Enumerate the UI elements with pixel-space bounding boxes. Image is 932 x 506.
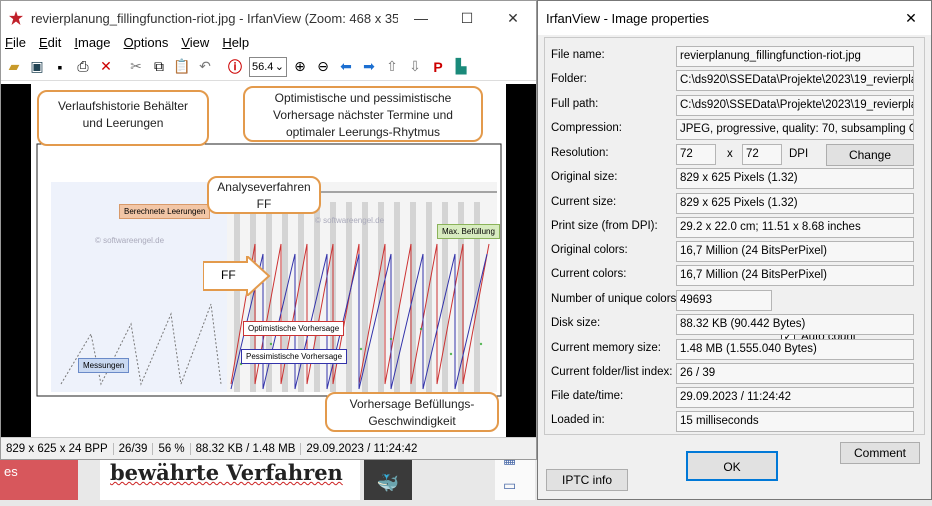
status-date: 29.09.2023 / 11:24:42 [306,442,418,455]
compression-field[interactable]: JPEG, progressive, quality: 70, subsampl… [676,119,914,140]
save-icon[interactable]: ▪ [49,56,71,78]
info-icon[interactable]: ⓘ [224,56,246,78]
row-full-path: Full path: C:\ds920\SSEData\Projekte\2023… [545,95,926,117]
row-resolution: Resolution: 72 x 72 DPI Change [545,144,926,166]
maximize-button[interactable]: ☐ [444,1,490,35]
last-image-icon[interactable]: ⇩ [404,56,426,78]
title-bar: revierplanung_fillingfunction-riot.jpg -… [1,1,536,35]
close-button[interactable]: ✕ [490,1,536,35]
iptc-info-button[interactable]: IPTC info [546,469,628,491]
row-original-size: Original size: 829 x 625 Pixels (1.32) [545,168,926,190]
chevron-down-icon: ⌄ [274,61,284,73]
open-folder-icon[interactable]: ▰ [3,56,25,78]
menu-view[interactable]: View [181,35,209,53]
row-file-date: File date/time: 29.09.2023 / 11:24:42 [545,387,926,409]
resolution-x-input[interactable]: 72 [676,144,716,165]
status-index: 26/39 [114,442,154,455]
optimistische-vorhersage-label: Optimistische Vorhersage [243,321,345,336]
dialog-title: IrfanView - Image properties [546,10,710,26]
cut-icon[interactable]: ✂ [125,56,147,78]
print-icon[interactable]: ⎙ [72,56,94,78]
first-image-icon[interactable]: ⇧ [381,56,403,78]
background-document: bewährte Verfahren [100,460,360,500]
zoom-out-icon[interactable]: ⊖ [312,56,334,78]
row-current-size: Current size: 829 x 625 Pixels (1.32) [545,193,926,215]
dialog-close-button[interactable]: ✕ [891,10,931,27]
dialog-title-bar: IrfanView - Image properties ✕ [538,1,931,35]
callout-analyseverfahren: Analyseverfahren FF [207,176,321,214]
background-text: es [4,464,18,479]
status-bar: 829 x 625 x 24 BPP 26/39 56 % 88.32 KB /… [1,437,536,459]
displayed-image: © softwareengel.de © softwareengel.de Be… [31,84,506,439]
irfanview-logo-icon [7,9,25,27]
image-canvas[interactable]: © softwareengel.de © softwareengel.de Be… [1,84,536,439]
menu-edit[interactable]: Edit [39,35,61,53]
row-compression: Compression: JPEG, progressive, quality: … [545,119,926,141]
properties-group: File name: revierplanung_fillingfunction-… [544,37,925,435]
irfanview-window: revierplanung_fillingfunction-riot.jpg -… [0,0,537,460]
zoom-select[interactable]: 56.4 ⌄ [249,56,287,77]
menu-options[interactable]: Options [124,35,169,53]
menu-help[interactable]: Help [222,35,249,53]
row-unique-colors: Number of unique colors: 49693 [545,290,926,312]
ff-arrow: FF [202,253,271,299]
menu-bar: File Edit Image Options View Help [1,35,536,53]
ok-button[interactable]: OK [686,451,778,481]
row-current-colors: Current colors: 16,7 Million (24 BitsPerP… [545,265,926,287]
paint-icon[interactable]: P [427,56,449,78]
copy-icon[interactable]: ⧉ [148,56,170,78]
row-print-size: Print size (from DPI): 29.2 x 22.0 cm; 11… [545,217,926,239]
comment-button[interactable]: Comment [840,442,920,464]
file-name-field[interactable]: revierplanung_fillingfunction-riot.jpg [676,46,914,67]
folder-field[interactable]: C:\ds920\SSEData\Projekte\2023\19_revier… [676,70,914,91]
window-title: revierplanung_fillingfunction-riot.jpg -… [31,10,398,26]
row-loaded-in: Loaded in: 15 milliseconds [545,411,926,433]
callout-vorhersage: Optimistische und pessimistische Vorhers… [243,86,483,142]
max-befuellung-label: Max. Befüllung [437,224,500,239]
watermark-label: © softwareengel.de [315,216,385,225]
full-path-field[interactable]: C:\ds920\SSEData\Projekte\2023\19_revier… [676,95,914,116]
folder-icon[interactable]: ▭ [503,477,535,494]
toolbar: ▰ ▣ ▪ ⎙ ✕ ✂ ⧉ 📋 ↶ ⓘ 56.4 ⌄ ⊕ ⊖ ⬅ ➡ ⇧ ⇩ P … [1,53,536,81]
menu-image[interactable]: Image [74,35,110,53]
row-disk-size: Disk size: 88.32 KB (90.442 Bytes) [545,314,926,336]
row-folder: Folder: C:\ds920\SSEData\Projekte\2023\19… [545,70,926,92]
watermark-label: © softwareengel.de [95,236,165,245]
messungen-label: Messungen [78,358,130,373]
row-original-colors: Original colors: 16,7 Million (24 BitsPer… [545,241,926,263]
berechnete-leerungen-label: Berechnete Leerungen [119,204,211,219]
image-properties-dialog: IrfanView - Image properties ✕ File name… [537,0,932,500]
ff-label: FF [221,268,236,282]
document-heading: bewährte Verfahren [110,460,343,485]
menu-file[interactable]: File [5,35,26,53]
previous-arrow-icon[interactable]: ⬅ [335,56,357,78]
row-list-index: Current folder/list index: 26 / 39 [545,363,926,385]
slideshow-icon[interactable]: ▣ [26,56,48,78]
paste-icon[interactable]: 📋 [171,56,193,78]
minimize-button[interactable]: — [398,1,444,35]
status-dimensions: 829 x 625 x 24 BPP [1,442,114,455]
undo-icon[interactable]: ↶ [194,56,216,78]
callout-befuellungs-geschwindigkeit: Vorhersage Befüllungs-Geschwindigkeit [325,392,499,432]
irfanview-about-icon[interactable]: ▙ [450,56,472,78]
status-zoom: 56 % [153,442,191,455]
zoom-in-icon[interactable]: ⊕ [289,56,311,78]
row-memory-size: Current memory size: 1.48 MB (1.555.040 B… [545,339,926,361]
background-panel: es [0,460,78,500]
delete-icon[interactable]: ✕ [95,56,117,78]
row-file-name: File name: revierplanung_fillingfunction-… [545,46,926,68]
next-arrow-icon[interactable]: ➡ [358,56,380,78]
pessimistische-vorhersage-label: Pessimistische Vorhersage [241,349,348,364]
status-size: 88.32 KB / 1.48 MB [191,442,302,455]
callout-verlaufshistorie: Verlaufshistorie Behälter und Leerungen [37,90,209,146]
docker-icon[interactable]: 🐳 [364,460,412,500]
resolution-y-input[interactable]: 72 [742,144,782,165]
change-resolution-button[interactable]: Change [826,144,914,166]
